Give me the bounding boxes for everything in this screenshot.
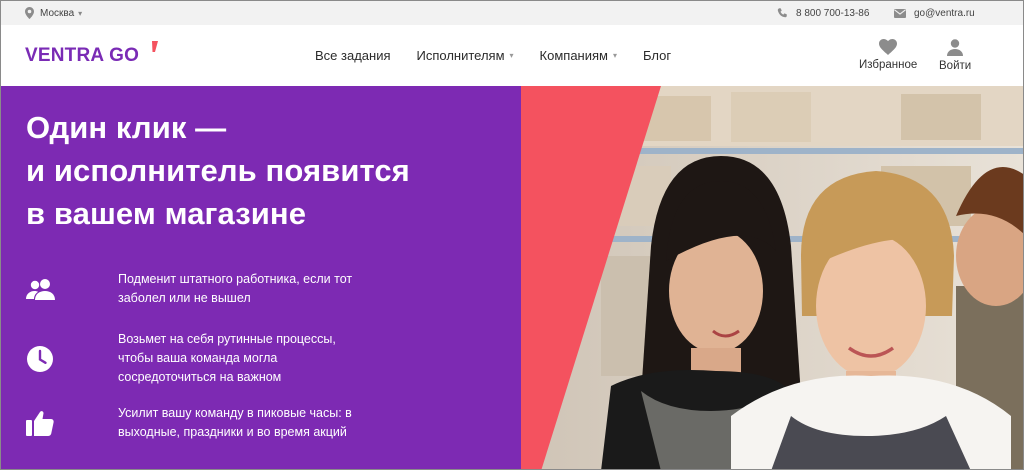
- hero-headline: Один клик — и исполнитель появится в ваш…: [26, 106, 410, 235]
- nav-for-performers[interactable]: Исполнителям ▾: [417, 48, 514, 63]
- email-address: go@ventra.ru: [914, 7, 975, 19]
- main-nav: Все задания Исполнителям ▾ Компаниям ▾ Б…: [315, 25, 697, 86]
- user-icon: [947, 39, 964, 56]
- nav-for-companies[interactable]: Компаниям ▾: [540, 48, 617, 63]
- nav-for-performers-label: Исполнителям: [416, 48, 505, 63]
- thumbs-up-icon: [26, 411, 54, 436]
- city-selector[interactable]: Москва ▾: [25, 1, 82, 25]
- feature-text-line: чтобы ваша команда могла: [118, 351, 278, 365]
- feature-routine-tasks: Возьмет на себя рутинные процессы, чтобы…: [26, 330, 388, 387]
- login-label: Войти: [939, 60, 972, 72]
- chevron-down-icon: ▾: [78, 8, 83, 18]
- feature-replace-worker: Подменит штатного работника, если тот за…: [26, 270, 388, 308]
- feature-text-line: сосредоточиться на важном: [118, 370, 282, 384]
- heart-icon: [879, 39, 898, 55]
- feature-text-line: Подменит штатного работника, если тот: [118, 272, 353, 286]
- page-frame: Москва ▾ 8 800 700-13-86 go@ventra.ru VE…: [0, 0, 1024, 470]
- email-contact[interactable]: go@ventra.ru: [894, 1, 975, 25]
- hero-headline-line: Один клик —: [26, 110, 227, 145]
- chevron-down-icon: ▾: [612, 51, 617, 60]
- feature-text-line: заболел или не вышел: [118, 291, 251, 305]
- location-pin-icon: [25, 7, 34, 19]
- phone-icon: [777, 7, 787, 17]
- nav-all-tasks[interactable]: Все задания: [315, 48, 391, 63]
- people-icon: [26, 279, 55, 300]
- logo-exclamation-mark: [152, 41, 158, 52]
- feature-text-line: выходные, праздники и во время акций: [118, 425, 347, 439]
- favorites-button[interactable]: Избранное: [859, 39, 917, 71]
- main-header: VENTRA GO Все задания Исполнителям ▾ Ком…: [1, 25, 1023, 86]
- nav-all-tasks-label: Все задания: [315, 48, 391, 63]
- phone-contact[interactable]: 8 800 700-13-86: [777, 1, 869, 25]
- favorites-label: Избранное: [859, 59, 918, 71]
- clock-icon: [27, 345, 53, 372]
- feature-text-line: Усилит вашу команду в пиковые часы: в: [118, 406, 352, 420]
- hero-headline-line: и исполнитель появится: [26, 153, 410, 188]
- hero-headline-line: в вашем магазине: [26, 196, 307, 231]
- chevron-down-icon: ▾: [509, 51, 514, 60]
- nav-for-companies-label: Компаниям: [539, 48, 608, 63]
- envelope-icon: [894, 8, 906, 18]
- city-label: Москва: [40, 7, 75, 19]
- feature-text-line: Возьмет на себя рутинные процессы,: [118, 332, 336, 346]
- phone-number: 8 800 700-13-86: [796, 7, 870, 19]
- login-button[interactable]: Войти: [939, 39, 971, 72]
- nav-blog-label: Блог: [643, 48, 672, 63]
- logo-text: VENTRA GO: [25, 45, 140, 66]
- nav-blog[interactable]: Блог: [643, 48, 671, 63]
- top-info-bar: Москва ▾ 8 800 700-13-86 go@ventra.ru: [1, 1, 1023, 25]
- hero-banner: Один клик — и исполнитель появится в ваш…: [1, 86, 1023, 469]
- feature-peak-hours: Усилит вашу команду в пиковые часы: в вы…: [26, 404, 388, 442]
- ventra-go-logo[interactable]: VENTRA GO: [25, 41, 158, 71]
